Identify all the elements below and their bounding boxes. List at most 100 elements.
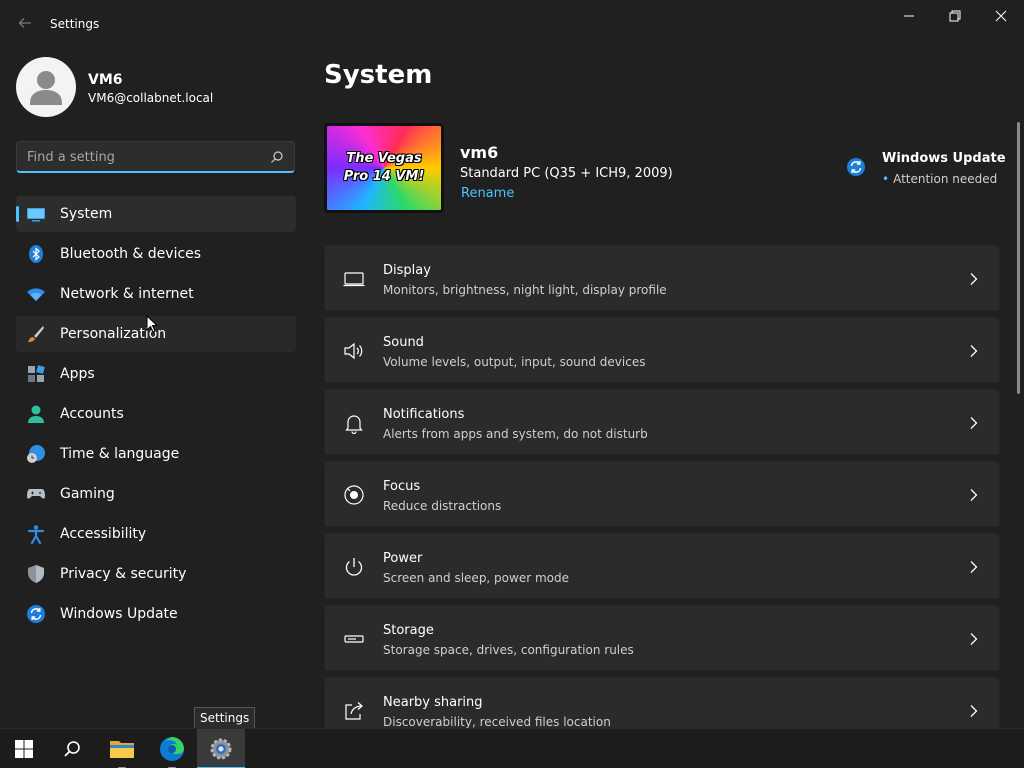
chevron-right-icon (970, 489, 978, 501)
taskbar-settings[interactable] (197, 729, 245, 768)
search-icon (64, 741, 80, 757)
sidebar-item-accessibility[interactable]: Accessibility (16, 516, 296, 552)
card-subtitle: Discoverability, received files location (383, 715, 611, 729)
user-name: VM6 (88, 72, 123, 88)
sidebar-item-bluetooth[interactable]: Bluetooth & devices (16, 236, 296, 272)
sidebar-item-label: Network & internet (60, 286, 194, 302)
wallpaper-text-line-2: Pro 14 VM! (343, 169, 425, 184)
speaker-icon (344, 342, 363, 360)
windows-update-status-text: Attention needed (893, 172, 998, 186)
windows-logo-icon (15, 740, 33, 758)
card-subtitle: Reduce distractions (383, 499, 502, 513)
wallpaper-text: The Vegas Pro 14 VM! (327, 150, 441, 186)
sync-icon (847, 158, 865, 176)
globe-clock-icon (26, 444, 46, 464)
settings-card-list: Display Monitors, brightness, night ligh… (324, 245, 1000, 749)
sidebar-item-network[interactable]: Network & internet (16, 276, 296, 312)
search-box[interactable] (16, 141, 295, 173)
card-subtitle: Storage space, drives, configuration rul… (383, 643, 634, 657)
card-title: Nearby sharing (383, 695, 483, 710)
edge-browser-icon (160, 737, 184, 761)
sidebar-item-label: Gaming (60, 486, 115, 502)
card-sound[interactable]: Sound Volume levels, output, input, soun… (324, 317, 1000, 383)
chevron-right-icon (970, 705, 978, 717)
sidebar-nav: System Bluetooth & devices Network & int… (16, 196, 296, 636)
sidebar-item-apps[interactable]: Apps (16, 356, 296, 392)
wallpaper-text-line-1: The Vegas (346, 151, 422, 166)
shield-icon (26, 564, 46, 584)
windows-update-status[interactable]: Windows Update • Attention needed (846, 151, 1006, 191)
minimize-button[interactable] (886, 0, 932, 32)
desktop-wallpaper-thumbnail[interactable]: The Vegas Pro 14 VM! (324, 123, 444, 213)
sidebar-item-system[interactable]: System (16, 196, 296, 232)
card-notifications[interactable]: Notifications Alerts from apps and syste… (324, 389, 1000, 455)
display-icon (343, 272, 365, 287)
taskbar-file-explorer[interactable] (98, 729, 146, 768)
bluetooth-icon (26, 244, 46, 264)
monitor-icon (26, 204, 46, 224)
restore-button[interactable] (932, 0, 978, 32)
gear-icon (210, 738, 232, 760)
sidebar-item-accounts[interactable]: Accounts (16, 396, 296, 432)
back-arrow-icon[interactable] (16, 14, 34, 32)
taskbar-edge[interactable] (148, 729, 196, 768)
sidebar-item-label: Accessibility (60, 526, 147, 542)
apps-icon (26, 364, 46, 384)
gamepad-icon (26, 484, 46, 504)
power-icon (345, 558, 363, 576)
sidebar-item-windows-update[interactable]: Windows Update (16, 596, 296, 632)
card-display[interactable]: Display Monitors, brightness, night ligh… (324, 245, 1000, 311)
sidebar-item-label: Apps (60, 366, 95, 382)
sidebar-item-privacy-security[interactable]: Privacy & security (16, 556, 296, 592)
avatar (16, 57, 76, 117)
title-bar: Settings (0, 0, 1024, 48)
storage-icon (344, 635, 364, 643)
card-title: Focus (383, 479, 421, 494)
user-email: VM6@collabnet.local (88, 91, 214, 105)
sidebar-item-label: Windows Update (60, 606, 178, 622)
wifi-icon (26, 284, 46, 304)
sidebar-item-time-language[interactable]: Time & language (16, 436, 296, 472)
sidebar-item-label: Privacy & security (60, 566, 187, 582)
card-subtitle: Screen and sleep, power mode (383, 571, 569, 585)
card-title: Power (383, 551, 423, 566)
close-button[interactable] (978, 0, 1024, 32)
chevron-right-icon (970, 273, 978, 285)
status-dot-icon: • (882, 172, 890, 186)
page-title: System (324, 60, 433, 90)
sidebar-item-gaming[interactable]: Gaming (16, 476, 296, 512)
focus-icon (344, 485, 364, 505)
accessibility-icon (26, 524, 46, 544)
card-power[interactable]: Power Screen and sleep, power mode (324, 533, 1000, 599)
sync-icon (26, 604, 46, 624)
card-title: Display (383, 263, 431, 278)
search-input[interactable] (27, 148, 262, 166)
start-button[interactable] (0, 729, 48, 768)
minimize-icon (904, 15, 914, 17)
sidebar-item-label: Bluetooth & devices (60, 246, 202, 262)
card-subtitle: Alerts from apps and system, do not dist… (383, 427, 648, 441)
chevron-right-icon (970, 561, 978, 573)
sidebar-item-label: Time & language (60, 446, 180, 462)
bell-icon (345, 415, 363, 434)
user-profile[interactable]: VM6 VM6@collabnet.local (16, 57, 296, 117)
card-focus[interactable]: Focus Reduce distractions (324, 461, 1000, 527)
main-scrollbar[interactable] (1017, 122, 1020, 394)
chevron-right-icon (970, 417, 978, 429)
card-storage[interactable]: Storage Storage space, drives, configura… (324, 605, 1000, 671)
windows-update-state: • Attention needed (882, 172, 997, 186)
rename-link[interactable]: Rename (461, 186, 514, 201)
card-title: Notifications (383, 407, 465, 422)
taskbar-tooltip: Settings (194, 707, 256, 729)
card-title: Storage (383, 623, 434, 638)
device-info: The Vegas Pro 14 VM! vm6 Standard PC (Q3… (324, 123, 1006, 215)
card-subtitle: Volume levels, output, input, sound devi… (383, 355, 646, 369)
chevron-right-icon (970, 633, 978, 645)
card-title: Sound (383, 335, 424, 350)
folder-icon (110, 741, 134, 758)
search-icon[interactable] (270, 150, 284, 164)
chevron-right-icon (970, 345, 978, 357)
share-icon (345, 702, 363, 720)
taskbar-search-button[interactable] (48, 729, 96, 768)
windows-update-title: Windows Update (882, 151, 1006, 166)
